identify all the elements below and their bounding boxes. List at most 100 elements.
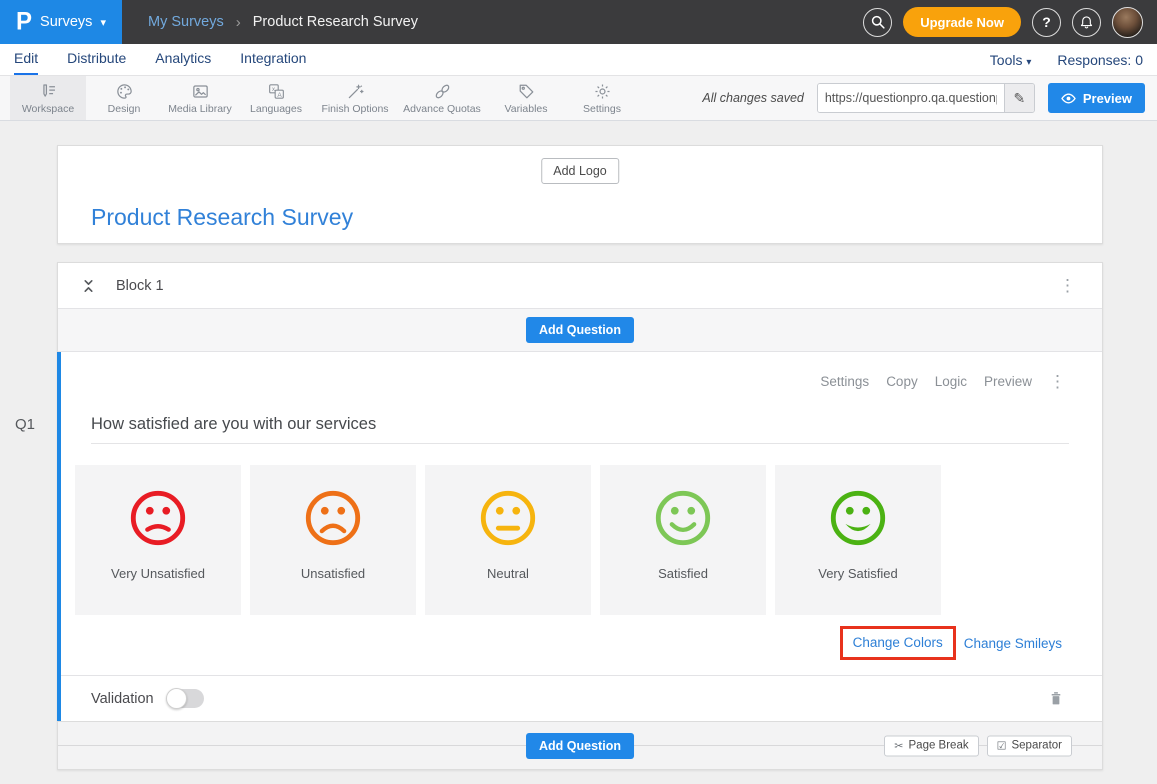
tools-label: Tools xyxy=(990,52,1023,68)
page-break-button[interactable]: ✂ Page Break xyxy=(884,735,978,756)
scissors-icon: ✂ xyxy=(894,739,903,752)
block-kebab-menu-icon[interactable]: ⋮ xyxy=(1059,277,1076,294)
tool-variables[interactable]: Variables xyxy=(488,76,564,120)
media-library-icon xyxy=(191,82,210,101)
workspace-icon xyxy=(39,82,58,101)
survey-title[interactable]: Product Research Survey xyxy=(91,204,353,231)
upgrade-now-button[interactable]: Upgrade Now xyxy=(903,7,1021,37)
tool-label: Workspace xyxy=(22,103,74,115)
tool-settings[interactable]: Settings xyxy=(564,76,640,120)
tool-design[interactable]: Design xyxy=(86,76,162,120)
add-logo-button[interactable]: Add Logo xyxy=(541,158,619,184)
bell-icon xyxy=(1079,15,1094,30)
smiley-option-very-unsatisfied[interactable]: Very Unsatisfied xyxy=(75,465,241,615)
smiley-label: Very Unsatisfied xyxy=(111,566,205,581)
question-kebab-menu-icon[interactable]: ⋮ xyxy=(1049,373,1066,390)
pencil-icon: ✎ xyxy=(1013,90,1025,107)
delete-question-button[interactable] xyxy=(1048,690,1064,707)
satisfied-smiley-icon xyxy=(652,487,714,549)
app-logo-menu[interactable]: P Surveys ▾ xyxy=(0,0,122,44)
preview-button[interactable]: Preview xyxy=(1048,83,1145,113)
tab-edit[interactable]: Edit xyxy=(14,50,38,75)
tool-advance-quotas[interactable]: Advance Quotas xyxy=(396,76,488,120)
search-icon xyxy=(870,14,886,30)
question-card: Settings Copy Logic Preview ⋮ How satisf… xyxy=(57,352,1102,721)
breadcrumb-current: Product Research Survey xyxy=(253,14,418,30)
tool-media-library[interactable]: Media Library xyxy=(162,76,238,120)
smiley-config-links: Change Colors Change Smileys xyxy=(61,626,1062,660)
very-satisfied-smiley-icon xyxy=(827,487,889,549)
validation-toggle[interactable] xyxy=(167,689,204,708)
neutral-smiley-icon xyxy=(477,487,539,549)
search-button[interactable] xyxy=(863,8,892,37)
smiley-label: Very Satisfied xyxy=(818,566,898,581)
responses-count[interactable]: Responses: 0 xyxy=(1057,52,1143,68)
smiley-option-satisfied[interactable]: Satisfied xyxy=(600,465,766,615)
svg-text:A: A xyxy=(277,91,282,98)
tool-finish-options[interactable]: Finish Options xyxy=(314,76,396,120)
toggle-knob xyxy=(166,688,187,709)
caret-down-icon: ▾ xyxy=(100,16,106,29)
tool-languages[interactable]: xA Languages xyxy=(238,76,314,120)
question-settings-link[interactable]: Settings xyxy=(820,374,869,389)
editor-toolbar: Workspace Design Media Library xA Langua… xyxy=(0,76,1157,121)
tool-label: Finish Options xyxy=(321,103,388,115)
add-question-strip-top: Add Question xyxy=(58,309,1102,352)
very-unsatisfied-smiley-icon xyxy=(127,487,189,549)
tool-label: Settings xyxy=(583,103,621,115)
tab-distribute[interactable]: Distribute xyxy=(67,50,126,75)
smiley-label: Unsatisfied xyxy=(301,566,365,581)
breadcrumb: My Surveys › Product Research Survey xyxy=(148,14,418,31)
smiley-label: Satisfied xyxy=(658,566,708,581)
add-question-button-top[interactable]: Add Question xyxy=(526,317,634,343)
tool-label: Languages xyxy=(250,103,302,115)
survey-nav: Edit Distribute Analytics Integration To… xyxy=(0,44,1157,76)
topbar-actions: Upgrade Now ? xyxy=(863,7,1157,38)
smiley-option-very-satisfied[interactable]: Very Satisfied xyxy=(775,465,941,615)
surveys-menu-label: Surveys xyxy=(40,14,92,30)
collapse-icon xyxy=(81,278,96,294)
variables-icon xyxy=(517,82,536,101)
tab-analytics[interactable]: Analytics xyxy=(155,50,211,75)
validation-label: Validation xyxy=(91,691,154,707)
question-preview-link[interactable]: Preview xyxy=(984,374,1032,389)
editor-content: Q1 Add Logo Product Research Survey Bloc… xyxy=(0,121,1157,784)
caret-down-icon: ▾ xyxy=(1026,57,1031,68)
page-break-label: Page Break xyxy=(909,740,969,752)
breadcrumb-my-surveys[interactable]: My Surveys xyxy=(148,14,224,30)
edit-url-button[interactable]: ✎ xyxy=(1004,84,1034,112)
save-status: All changes saved xyxy=(702,91,803,105)
block-title[interactable]: Block 1 xyxy=(116,278,164,294)
smiley-option-neutral[interactable]: Neutral xyxy=(425,465,591,615)
smiley-label: Neutral xyxy=(487,566,529,581)
block-card: Block 1 ⋮ Add Question Settings Copy Log… xyxy=(57,262,1103,770)
tool-label: Design xyxy=(108,103,141,115)
question-copy-link[interactable]: Copy xyxy=(886,374,918,389)
block-footer: Add Question ✂ Page Break ☑ Separator xyxy=(58,721,1102,769)
add-question-button-bottom[interactable]: Add Question xyxy=(526,733,634,759)
checkbox-icon: ☑ xyxy=(997,739,1007,752)
user-avatar[interactable] xyxy=(1112,7,1143,38)
tool-workspace[interactable]: Workspace xyxy=(10,76,86,120)
languages-icon: xA xyxy=(267,82,286,101)
trash-icon xyxy=(1048,690,1064,707)
design-icon xyxy=(115,82,134,101)
help-button[interactable]: ? xyxy=(1032,8,1061,37)
change-smileys-link[interactable]: Change Smileys xyxy=(964,636,1062,651)
question-logic-link[interactable]: Logic xyxy=(935,374,967,389)
smiley-option-unsatisfied[interactable]: Unsatisfied xyxy=(250,465,416,615)
survey-url-input[interactable] xyxy=(818,84,1004,112)
change-colors-link[interactable]: Change Colors xyxy=(853,635,943,650)
validation-row: Validation xyxy=(61,675,1102,721)
tab-integration[interactable]: Integration xyxy=(240,50,306,75)
collapse-block-button[interactable] xyxy=(81,278,96,294)
smiley-scale: Very Unsatisfied Unsatisfied xyxy=(75,465,1102,615)
settings-icon xyxy=(593,82,612,101)
questionpro-logo-icon: P xyxy=(16,9,32,34)
tool-label: Advance Quotas xyxy=(403,103,481,115)
tool-label: Variables xyxy=(505,103,548,115)
question-text[interactable]: How satisfied are you with our services xyxy=(91,415,1069,444)
notifications-button[interactable] xyxy=(1072,8,1101,37)
tools-menu[interactable]: Tools ▾ xyxy=(990,52,1032,68)
separator-button[interactable]: ☑ Separator xyxy=(987,735,1072,756)
